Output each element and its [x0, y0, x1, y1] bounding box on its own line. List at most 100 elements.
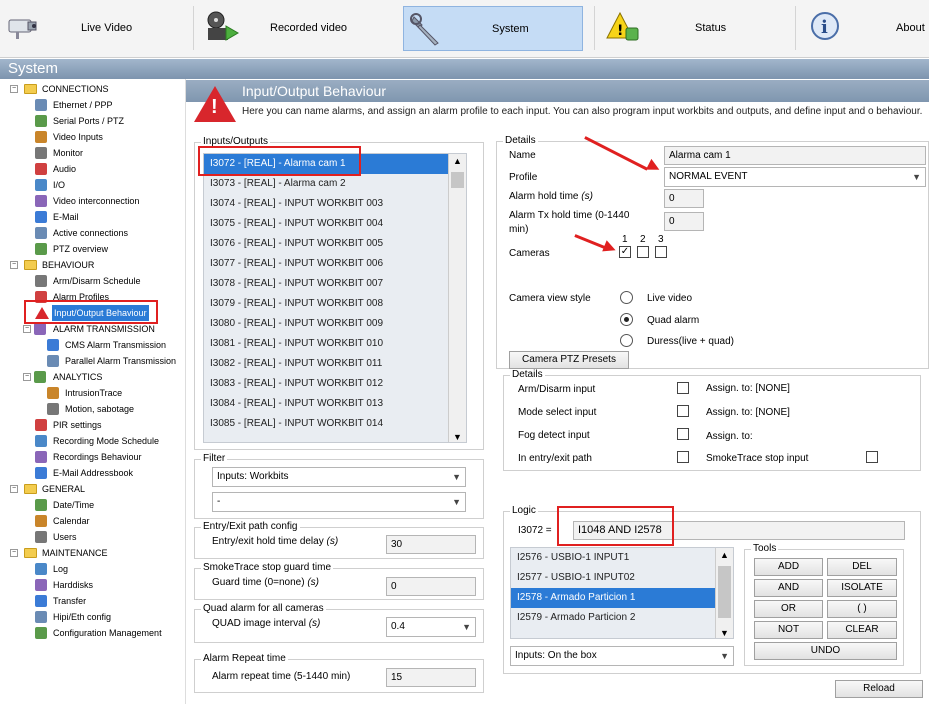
toolbar-about[interactable]: i About	[800, 6, 929, 51]
i-o-icon	[35, 179, 47, 191]
hold-time-label: Alarm hold time (s)	[509, 191, 593, 202]
arm-disarm-checkbox[interactable]	[677, 382, 689, 394]
collapse-icon[interactable]: −	[10, 85, 18, 93]
io-list-item[interactable]: I3082 - [REAL] - INPUT WORKBIT 011	[204, 354, 450, 374]
camera-3-checkbox[interactable]	[655, 246, 667, 258]
camera-number: 1	[622, 234, 628, 245]
collapse-icon[interactable]: −	[23, 325, 31, 333]
reload-button[interactable]: Reload	[835, 680, 923, 698]
scroll-down-icon[interactable]: ▼	[453, 432, 462, 442]
camera-icon	[8, 19, 37, 39]
tool-parens-button[interactable]: ( )	[827, 600, 897, 618]
guard-time-input[interactable]: 0	[386, 577, 476, 596]
select-value: NORMAL EVENT	[669, 171, 748, 182]
io-list-item[interactable]: I3078 - [REAL] - INPUT WORKBIT 007	[204, 274, 450, 294]
sidebar-item-label: E-Mail	[53, 212, 79, 222]
mode-select-label: Mode select input	[518, 407, 597, 418]
scrollbar-thumb[interactable]	[451, 172, 464, 188]
folder-icon	[24, 484, 37, 494]
toolbar-system[interactable]: System	[403, 6, 583, 51]
filter-select-type[interactable]: Inputs: Workbits ▼	[212, 467, 466, 487]
io-list-scrollbar[interactable]: ▲ ▼	[448, 154, 466, 442]
io-list-item[interactable]: I3073 - [REAL] - Alarma cam 2	[204, 174, 450, 194]
view-style-label: Camera view style	[509, 293, 591, 304]
arm-disarm-schedule-icon	[35, 275, 47, 287]
toolbar-recorded-video[interactable]: Recorded video	[200, 6, 396, 51]
entry-exit-path-checkbox[interactable]	[677, 451, 689, 463]
fog-detect-checkbox[interactable]	[677, 428, 689, 440]
tool-or-button[interactable]: OR	[754, 600, 823, 618]
scroll-down-icon[interactable]: ▼	[720, 628, 729, 638]
io-list[interactable]: I3085 - [REAL] - INPUT WORKBIT 014 I3084 …	[203, 153, 467, 443]
io-list-item[interactable]: I3079 - [REAL] - INPUT WORKBIT 008	[204, 294, 450, 314]
tool-isolate-button[interactable]: ISOLATE	[827, 579, 897, 597]
entry-exit-input[interactable]: 30	[386, 535, 476, 554]
smoketrace-stop-checkbox[interactable]	[866, 451, 878, 463]
view-live-radio[interactable]	[620, 291, 633, 304]
sidebar-item-label: MAINTENANCE	[42, 548, 108, 558]
io-list-item[interactable]: I3072 - [REAL] - Alarma cam 1	[204, 154, 450, 174]
camera-2-checkbox[interactable]	[637, 246, 649, 258]
io-list-item[interactable]: I3076 - [REAL] - INPUT WORKBIT 005	[204, 234, 450, 254]
mode-select-checkbox[interactable]	[677, 405, 689, 417]
fog-detect-label: Fog detect input	[518, 430, 590, 441]
sidebar-item-label: Hipi/Eth config	[53, 612, 112, 622]
tool-clear-button[interactable]: CLEAR	[827, 621, 897, 639]
quad-interval-select[interactable]: 0.4 ▼	[386, 617, 476, 637]
name-input[interactable]: Alarma cam 1	[664, 146, 926, 165]
serial-ports-ptz-icon	[35, 115, 47, 127]
tool-and-button[interactable]: AND	[754, 579, 823, 597]
tool-not-button[interactable]: NOT	[754, 621, 823, 639]
io-list-item[interactable]: I3080 - [REAL] - INPUT WORKBIT 009	[204, 314, 450, 334]
sidebar-item-label: Users	[53, 532, 77, 542]
view-duress-radio[interactable]	[620, 334, 633, 347]
io-list-item[interactable]: I3083 - [REAL] - INPUT WORKBIT 012	[204, 374, 450, 394]
io-list-item[interactable]: I3084 - [REAL] - INPUT WORKBIT 013	[204, 394, 450, 414]
logic-list-scrollbar[interactable]: ▲ ▼	[715, 548, 733, 638]
tool-add-button[interactable]: ADD	[754, 558, 823, 576]
hold-time-input[interactable]: 0	[664, 189, 704, 208]
collapse-icon[interactable]: −	[10, 261, 18, 269]
toolbar-live-video[interactable]: Live Video	[4, 6, 190, 51]
sidebar-item-label: Log	[53, 564, 69, 574]
repeat-time-input[interactable]: 15	[386, 668, 476, 687]
io-list-item[interactable]: I3074 - [REAL] - INPUT WORKBIT 003	[204, 194, 450, 214]
page-title: Input/Output Behaviour	[186, 80, 929, 102]
e-mail-addressbook-icon	[35, 467, 47, 479]
motion-sabotage-icon	[47, 403, 59, 415]
io-list-item[interactable]: I3081 - [REAL] - INPUT WORKBIT 010	[204, 334, 450, 354]
profile-select[interactable]: NORMAL EVENT ▼	[664, 167, 926, 187]
configuration-management-icon	[35, 627, 47, 639]
entry-exit-label: Entry/exit hold time delay (s)	[212, 536, 339, 547]
logic-expression-input[interactable]: I1048 AND I2578	[573, 521, 905, 540]
collapse-icon[interactable]: −	[10, 485, 18, 493]
collapse-icon[interactable]: −	[23, 373, 31, 381]
camera-1-checkbox[interactable]: ✓	[619, 246, 631, 258]
scroll-up-icon[interactable]: ▲	[720, 550, 729, 560]
group-label: Filter	[201, 453, 228, 464]
logic-input-list[interactable]: I2579 - Armado Particion 2 I2578 - Armado…	[510, 547, 734, 639]
logic-list-item[interactable]: I2577 - USBIO-1 INPUT02	[511, 568, 717, 588]
logic-list-item[interactable]: I2579 - Armado Particion 2	[511, 608, 717, 628]
logic-list-item[interactable]: I2576 - USBIO-1 INPUT1	[511, 548, 717, 568]
toolbar-status[interactable]: ! Status	[600, 6, 790, 51]
calendar-icon	[35, 515, 47, 527]
tx-hold-input[interactable]: 0	[664, 212, 704, 231]
filter-select-sub[interactable]: - ▼	[212, 492, 466, 512]
scrollbar-thumb[interactable]	[718, 566, 731, 618]
transfer-icon	[35, 595, 47, 607]
logic-list-item[interactable]: I2578 - Armado Particion 1	[511, 588, 717, 608]
tool-undo-button[interactable]: UNDO	[754, 642, 897, 660]
collapse-icon[interactable]: −	[10, 549, 18, 557]
tool-del-button[interactable]: DEL	[827, 558, 897, 576]
sidebar-item-label: Audio	[53, 164, 77, 174]
io-list-item[interactable]: I3085 - [REAL] - INPUT WORKBIT 014	[204, 414, 450, 434]
camera-ptz-presets-button[interactable]: Camera PTZ Presets	[509, 351, 629, 369]
view-option-label: Live video	[647, 293, 693, 304]
scroll-up-icon[interactable]: ▲	[453, 156, 462, 166]
sidebar-item-label: Video interconnection	[53, 196, 140, 206]
logic-filter-select[interactable]: Inputs: On the box ▼	[510, 646, 734, 666]
view-quad-radio[interactable]	[620, 313, 633, 326]
io-list-item[interactable]: I3075 - [REAL] - INPUT WORKBIT 004	[204, 214, 450, 234]
io-list-item[interactable]: I3077 - [REAL] - INPUT WORKBIT 006	[204, 254, 450, 274]
